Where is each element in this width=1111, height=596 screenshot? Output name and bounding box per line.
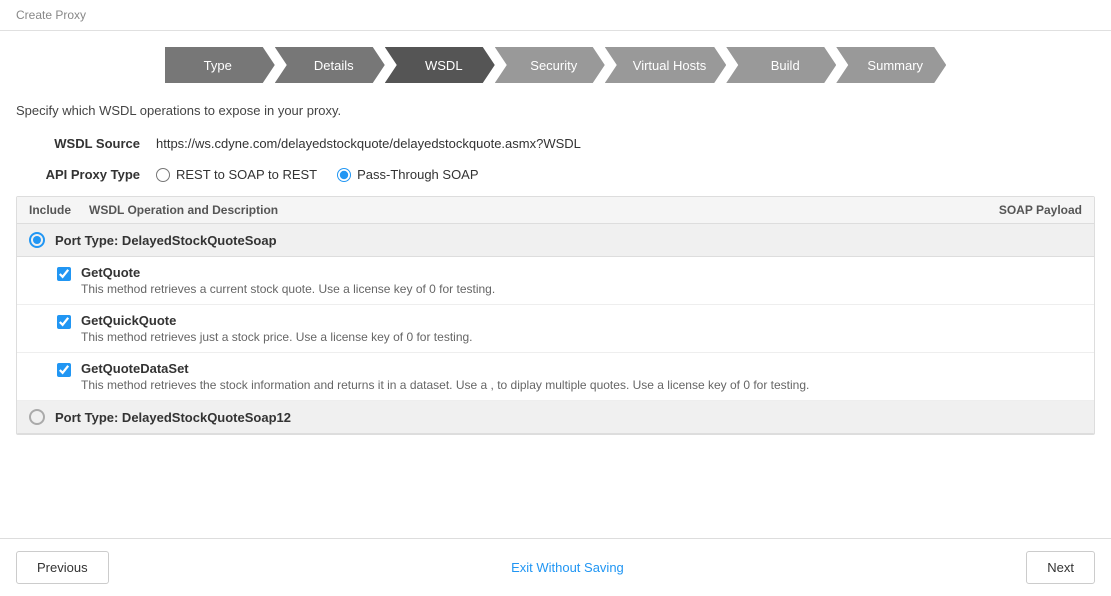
op-name-getquickquote: GetQuickQuote: [81, 313, 1082, 328]
step-type[interactable]: Type: [165, 47, 275, 83]
th-include: Include: [29, 203, 89, 217]
page-title: Create Proxy: [16, 8, 86, 22]
page-description: Specify which WSDL operations to expose …: [0, 99, 1111, 130]
port-type-1-name: Port Type: DelayedStockQuoteSoap: [55, 233, 277, 248]
step-security[interactable]: Security: [495, 47, 605, 83]
op-content-getquickquote: GetQuickQuote This method retrieves just…: [81, 313, 1082, 344]
operation-row-getquickquote: GetQuickQuote This method retrieves just…: [17, 305, 1094, 353]
step-security-label: Security: [530, 58, 577, 73]
op-checkbox-getquotedataset-input[interactable]: [57, 363, 71, 377]
op-content-getquote: GetQuote This method retrieves a current…: [81, 265, 1082, 296]
api-proxy-type-row: API Proxy Type REST to SOAP to REST Pass…: [0, 161, 1111, 188]
radio-rest-soap-rest[interactable]: REST to SOAP to REST: [156, 167, 317, 182]
step-summary[interactable]: Summary: [836, 47, 946, 83]
op-content-getquotedataset: GetQuoteDataSet This method retrieves th…: [81, 361, 1082, 392]
step-build-label: Build: [771, 58, 800, 73]
step-wsdl[interactable]: WSDL: [385, 47, 495, 83]
port-type-row-2[interactable]: Port Type: DelayedStockQuoteSoap12: [17, 401, 1094, 434]
wizard-steps: Type Details WSDL Security Virtual Hosts…: [0, 31, 1111, 99]
port-type-2-name: Port Type: DelayedStockQuoteSoap12: [55, 410, 291, 425]
step-type-label: Type: [204, 58, 232, 73]
op-checkbox-getquote[interactable]: [57, 267, 71, 284]
th-operation: WSDL Operation and Description: [89, 203, 962, 217]
api-proxy-type-label: API Proxy Type: [16, 167, 156, 182]
step-summary-label: Summary: [867, 58, 923, 73]
page-header: Create Proxy: [0, 0, 1111, 31]
footer: Previous Exit Without Saving Next: [0, 538, 1111, 596]
wsdl-source-label: WSDL Source: [16, 136, 156, 151]
radio-pass-through-soap-input[interactable]: [337, 168, 351, 182]
operation-row-getquote: GetQuote This method retrieves a current…: [17, 257, 1094, 305]
th-soap: SOAP Payload: [962, 203, 1082, 217]
step-wsdl-label: WSDL: [425, 58, 463, 73]
radio-pass-through-soap[interactable]: Pass-Through SOAP: [337, 167, 478, 182]
operation-row-getquotedataset: GetQuoteDataSet This method retrieves th…: [17, 353, 1094, 401]
radio-group: REST to SOAP to REST Pass-Through SOAP: [156, 167, 479, 182]
op-desc-getquotedataset: This method retrieves the stock informat…: [81, 378, 1082, 392]
op-desc-getquote: This method retrieves a current stock qu…: [81, 282, 1082, 296]
op-desc-getquickquote: This method retrieves just a stock price…: [81, 330, 1082, 344]
port-type-row-1[interactable]: Port Type: DelayedStockQuoteSoap: [17, 224, 1094, 257]
step-virtual-hosts[interactable]: Virtual Hosts: [605, 47, 726, 83]
wsdl-source-value: https://ws.cdyne.com/delayedstockquote/d…: [156, 136, 581, 151]
op-checkbox-getquickquote[interactable]: [57, 315, 71, 332]
step-virtual-hosts-label: Virtual Hosts: [633, 58, 706, 73]
table-header: Include WSDL Operation and Description S…: [17, 197, 1094, 224]
wsdl-source-row: WSDL Source https://ws.cdyne.com/delayed…: [0, 130, 1111, 157]
previous-button[interactable]: Previous: [16, 551, 109, 584]
radio-rest-soap-rest-label: REST to SOAP to REST: [176, 167, 317, 182]
op-name-getquote: GetQuote: [81, 265, 1082, 280]
radio-rest-soap-rest-input[interactable]: [156, 168, 170, 182]
op-checkbox-getquickquote-input[interactable]: [57, 315, 71, 329]
op-name-getquotedataset: GetQuoteDataSet: [81, 361, 1082, 376]
step-details-label: Details: [314, 58, 354, 73]
port-type-2-radio[interactable]: [29, 409, 45, 425]
exit-link[interactable]: Exit Without Saving: [511, 560, 624, 575]
op-checkbox-getquote-input[interactable]: [57, 267, 71, 281]
op-checkbox-getquotedataset[interactable]: [57, 363, 71, 380]
operations-table: Include WSDL Operation and Description S…: [16, 196, 1095, 435]
port-type-1-radio[interactable]: [29, 232, 45, 248]
step-details[interactable]: Details: [275, 47, 385, 83]
radio-pass-through-soap-label: Pass-Through SOAP: [357, 167, 478, 182]
step-build[interactable]: Build: [726, 47, 836, 83]
next-button[interactable]: Next: [1026, 551, 1095, 584]
